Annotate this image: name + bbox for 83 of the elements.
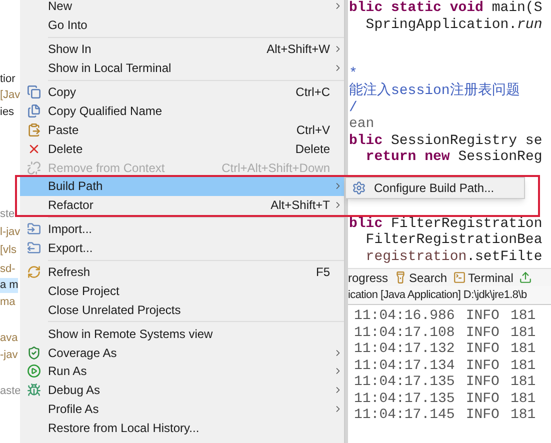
code-line: return new SessionReg [364, 149, 542, 166]
explorer-item[interactable]: l-jav [0, 225, 20, 240]
menu-item[interactable]: Profile As [20, 400, 344, 419]
flashlight-icon [394, 271, 408, 284]
code-line: blic static void main(S [349, 0, 542, 16]
menu-item[interactable]: Run As [20, 362, 344, 381]
menu-item[interactable]: Restore from Local History... [20, 418, 344, 438]
paste-icon [27, 122, 41, 137]
menu-item[interactable]: Coverage As [20, 343, 344, 362]
explorer-item[interactable]: [vls [0, 243, 16, 258]
menu-item[interactable]: Copy Qualified Name [20, 101, 344, 120]
explorer-item[interactable]: sd- [0, 262, 16, 277]
log-level: INFO [466, 358, 500, 374]
menu-item[interactable]: Show In Alt+Shift+W [20, 40, 344, 59]
unlink-icon [27, 160, 41, 175]
explorer-item[interactable]: tior [0, 72, 16, 87]
code-line: * [349, 66, 358, 82]
menu-item[interactable]: Close Project [20, 281, 344, 300]
menu-item[interactable]: Close Unrelated Projects [20, 300, 344, 320]
log-thread: 181 [510, 358, 536, 374]
menu-item[interactable]: Copy Ctrl+C [20, 82, 344, 102]
log-thread: 181 [510, 308, 536, 324]
menu-item[interactable]: Build Path [20, 177, 344, 196]
log-time: 11:04:17.145 [354, 407, 455, 424]
log-level: INFO [466, 407, 500, 424]
code-line: SpringApplication.run [364, 16, 542, 33]
menu-item[interactable]: Export... [20, 238, 344, 258]
explorer-item[interactable]: aste [0, 384, 21, 399]
explorer-item[interactable]: ste [0, 207, 15, 222]
explorer-item[interactable]: ma [0, 295, 16, 310]
copy-icon [27, 85, 41, 99]
code-line: 能注入session注册表问题 [349, 82, 520, 99]
bug-icon [27, 383, 41, 398]
run-icon [27, 364, 41, 378]
log-time: 11:04:17.108 [354, 324, 455, 341]
menu-item[interactable]: Go Into [20, 16, 344, 35]
log-thread: 181 [510, 390, 536, 407]
import-icon [27, 222, 41, 236]
code-line: blic FilterRegistration [349, 216, 542, 232]
refresh-icon [27, 265, 41, 280]
log-level: INFO [466, 324, 500, 341]
menu-item[interactable]: Delete Delete [20, 139, 344, 158]
view-tab[interactable]: Search [394, 269, 448, 286]
log-thread: 181 [510, 407, 536, 424]
code-line: blic SessionRegistry se [349, 132, 542, 149]
log-thread: 181 [510, 374, 536, 390]
copy-icon [27, 104, 41, 118]
explorer-item[interactable]: ies [0, 105, 14, 120]
settings-icon [352, 181, 366, 195]
menu-item[interactable]: Configure Build Path... [346, 179, 494, 197]
menu-item[interactable]: Paste Ctrl+V [20, 120, 344, 140]
log-time: 11:04:17.135 [354, 374, 455, 390]
menu-item[interactable]: Show in Local Terminal [20, 58, 344, 78]
log-level: INFO [466, 341, 500, 358]
log-time: 11:04:17.134 [354, 358, 455, 374]
export-icon [27, 241, 41, 256]
terminal-icon [453, 271, 466, 284]
menu-item[interactable]: Refactor Alt+Shift+T [20, 196, 344, 215]
explorer-item[interactable]: [Jav [0, 88, 20, 103]
view-tab[interactable]: Terminal [453, 269, 514, 286]
log-level: INFO [466, 308, 500, 324]
code-line: ean [349, 116, 374, 132]
explorer-item[interactable]: ava [0, 331, 18, 346]
log-thread: 181 [510, 324, 536, 341]
explorer-item[interactable]: a m [0, 278, 18, 293]
view-tab[interactable]: rogress [348, 269, 388, 286]
log-level: INFO [466, 374, 500, 390]
menu-item[interactable]: Debug As [20, 380, 344, 400]
log-time: 11:04:16.986 [354, 308, 455, 324]
menu-item[interactable]: Refresh F5 [20, 262, 344, 282]
menu-item[interactable]: Show in Remote Systems view [20, 324, 344, 344]
log-level: INFO [466, 390, 500, 407]
log-time: 11:04:17.132 [354, 341, 455, 358]
code-line: / [349, 100, 358, 116]
menu-item[interactable]: New [20, 0, 344, 16]
upload-icon [519, 271, 532, 284]
console-header: ication [Java Application] D:\jdk\jre1.8\b [348, 286, 551, 305]
log-time: 11:04:17.135 [354, 390, 455, 407]
log-thread: 181 [510, 341, 536, 358]
menu-item[interactable]: Import... [20, 220, 344, 239]
code-line: registration.setFilte [364, 248, 542, 265]
explorer-item[interactable]: -jav [0, 348, 18, 363]
code-line: FilterRegistrationBea [364, 232, 542, 248]
